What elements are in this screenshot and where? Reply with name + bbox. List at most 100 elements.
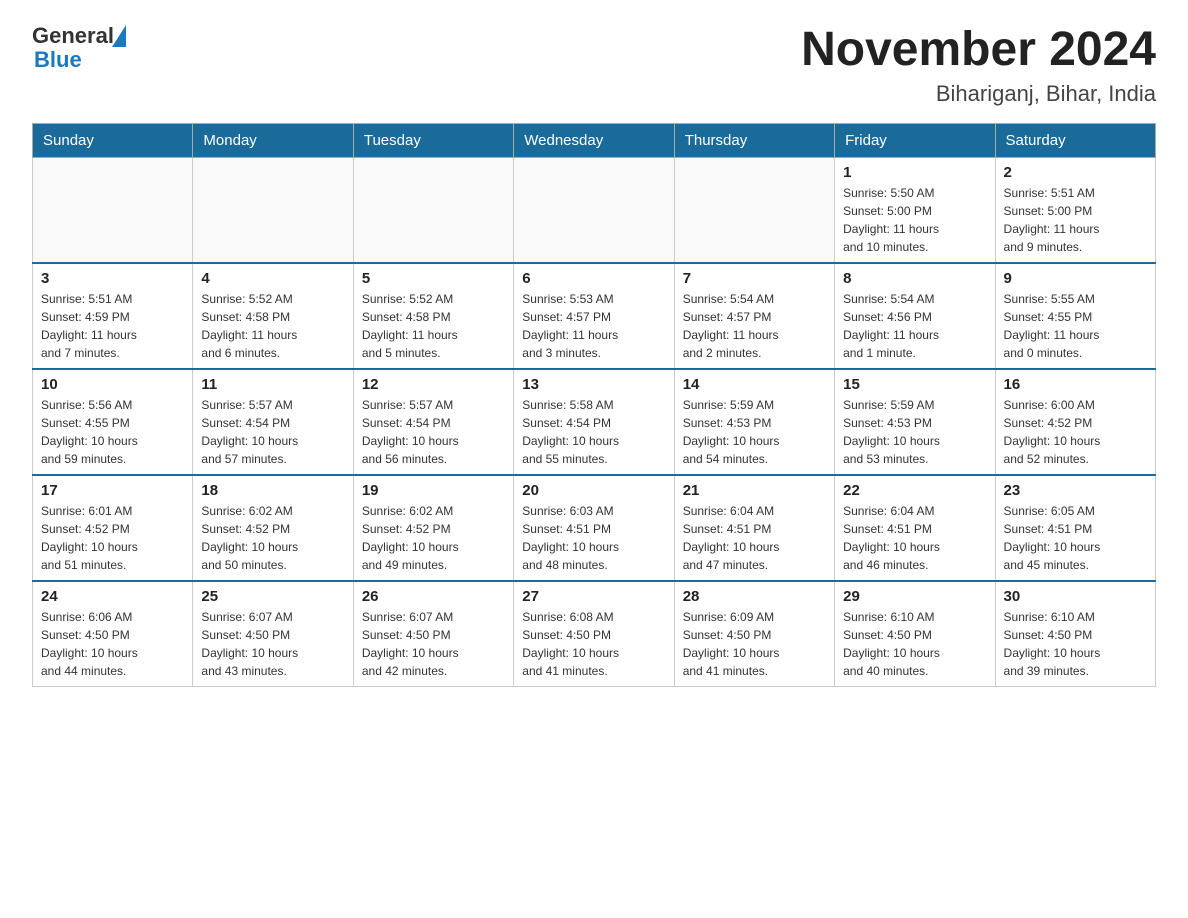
day-number: 16 bbox=[1004, 376, 1147, 393]
day-info: Sunrise: 6:10 AM Sunset: 4:50 PM Dayligh… bbox=[843, 608, 986, 680]
table-row: 17Sunrise: 6:01 AM Sunset: 4:52 PM Dayli… bbox=[33, 475, 193, 581]
day-number: 27 bbox=[522, 588, 665, 605]
day-info: Sunrise: 5:54 AM Sunset: 4:56 PM Dayligh… bbox=[843, 290, 986, 362]
day-info: Sunrise: 6:10 AM Sunset: 4:50 PM Dayligh… bbox=[1004, 608, 1147, 680]
logo-text-blue: Blue bbox=[34, 48, 126, 72]
day-info: Sunrise: 6:03 AM Sunset: 4:51 PM Dayligh… bbox=[522, 502, 665, 574]
day-number: 15 bbox=[843, 376, 986, 393]
day-info: Sunrise: 5:52 AM Sunset: 4:58 PM Dayligh… bbox=[201, 290, 344, 362]
page-header: General Blue November 2024 Bihariganj, B… bbox=[32, 24, 1156, 107]
table-row: 14 Sunrise: 5:59 AM Sunset: 4:53 PM Dayli… bbox=[674, 369, 834, 475]
table-row bbox=[33, 157, 193, 263]
logo-text-general: General bbox=[32, 24, 114, 48]
title-block: November 2024 Bihariganj, Bihar, India bbox=[801, 24, 1156, 107]
day-number: 19 bbox=[362, 482, 505, 499]
day-number: 4 bbox=[201, 270, 344, 287]
col-saturday: Saturday bbox=[995, 123, 1155, 157]
col-wednesday: Wednesday bbox=[514, 123, 674, 157]
day-number: 26 bbox=[362, 588, 505, 605]
day-info: Sunrise: 5:53 AM Sunset: 4:57 PM Dayligh… bbox=[522, 290, 665, 362]
day-number: 13 bbox=[522, 376, 665, 393]
day-number: 18 bbox=[201, 482, 344, 499]
table-row bbox=[193, 157, 353, 263]
day-number: 11 bbox=[201, 376, 344, 393]
day-number: 9 bbox=[1004, 270, 1147, 287]
day-info: Sunrise: 5:51 AM Sunset: 4:59 PM Dayligh… bbox=[41, 290, 184, 362]
day-number: 30 bbox=[1004, 588, 1147, 605]
day-number: 1 bbox=[843, 164, 986, 181]
table-row: 20 Sunrise: 6:03 AM Sunset: 4:51 PM Dayli… bbox=[514, 475, 674, 581]
day-info: Sunrise: 5:51 AM Sunset: 5:00 PM Dayligh… bbox=[1004, 184, 1147, 256]
calendar-week-row: 10Sunrise: 5:56 AM Sunset: 4:55 PM Dayli… bbox=[33, 369, 1156, 475]
day-number: 3 bbox=[41, 270, 184, 287]
day-number: 10 bbox=[41, 376, 184, 393]
logo-triangle-icon bbox=[112, 25, 126, 47]
day-info: Sunrise: 5:54 AM Sunset: 4:57 PM Dayligh… bbox=[683, 290, 826, 362]
day-number: 24 bbox=[41, 588, 184, 605]
day-info: Sunrise: 6:04 AM Sunset: 4:51 PM Dayligh… bbox=[843, 502, 986, 574]
table-row: 30 Sunrise: 6:10 AM Sunset: 4:50 PM Dayli… bbox=[995, 581, 1155, 687]
day-info: Sunrise: 5:59 AM Sunset: 4:53 PM Dayligh… bbox=[843, 396, 986, 468]
table-row: 21Sunrise: 6:04 AM Sunset: 4:51 PM Dayli… bbox=[674, 475, 834, 581]
table-row: 25Sunrise: 6:07 AM Sunset: 4:50 PM Dayli… bbox=[193, 581, 353, 687]
table-row: 3 Sunrise: 5:51 AM Sunset: 4:59 PM Daylig… bbox=[33, 263, 193, 369]
day-info: Sunrise: 6:01 AM Sunset: 4:52 PM Dayligh… bbox=[41, 502, 184, 574]
table-row: 13 Sunrise: 5:58 AM Sunset: 4:54 PM Dayli… bbox=[514, 369, 674, 475]
day-info: Sunrise: 5:57 AM Sunset: 4:54 PM Dayligh… bbox=[362, 396, 505, 468]
day-info: Sunrise: 5:58 AM Sunset: 4:54 PM Dayligh… bbox=[522, 396, 665, 468]
day-info: Sunrise: 5:50 AM Sunset: 5:00 PM Dayligh… bbox=[843, 184, 986, 256]
day-info: Sunrise: 6:00 AM Sunset: 4:52 PM Dayligh… bbox=[1004, 396, 1147, 468]
table-row: 6Sunrise: 5:53 AM Sunset: 4:57 PM Daylig… bbox=[514, 263, 674, 369]
day-info: Sunrise: 6:09 AM Sunset: 4:50 PM Dayligh… bbox=[683, 608, 826, 680]
day-info: Sunrise: 6:08 AM Sunset: 4:50 PM Dayligh… bbox=[522, 608, 665, 680]
table-row: 1 Sunrise: 5:50 AM Sunset: 5:00 PM Daylig… bbox=[835, 157, 995, 263]
col-sunday: Sunday bbox=[33, 123, 193, 157]
day-number: 29 bbox=[843, 588, 986, 605]
day-info: Sunrise: 6:07 AM Sunset: 4:50 PM Dayligh… bbox=[201, 608, 344, 680]
col-thursday: Thursday bbox=[674, 123, 834, 157]
day-number: 14 bbox=[683, 376, 826, 393]
table-row: 11 Sunrise: 5:57 AM Sunset: 4:54 PM Dayli… bbox=[193, 369, 353, 475]
table-row: 12 Sunrise: 5:57 AM Sunset: 4:54 PM Dayli… bbox=[353, 369, 513, 475]
table-row: 22 Sunrise: 6:04 AM Sunset: 4:51 PM Dayli… bbox=[835, 475, 995, 581]
day-number: 20 bbox=[522, 482, 665, 499]
table-row: 18 Sunrise: 6:02 AM Sunset: 4:52 PM Dayli… bbox=[193, 475, 353, 581]
table-row bbox=[353, 157, 513, 263]
calendar-week-row: 17Sunrise: 6:01 AM Sunset: 4:52 PM Dayli… bbox=[33, 475, 1156, 581]
table-row: 29 Sunrise: 6:10 AM Sunset: 4:50 PM Dayli… bbox=[835, 581, 995, 687]
day-number: 12 bbox=[362, 376, 505, 393]
day-info: Sunrise: 5:52 AM Sunset: 4:58 PM Dayligh… bbox=[362, 290, 505, 362]
day-number: 2 bbox=[1004, 164, 1147, 181]
table-row: 2 Sunrise: 5:51 AM Sunset: 5:00 PM Daylig… bbox=[995, 157, 1155, 263]
day-info: Sunrise: 5:59 AM Sunset: 4:53 PM Dayligh… bbox=[683, 396, 826, 468]
col-friday: Friday bbox=[835, 123, 995, 157]
calendar-table: Sunday Monday Tuesday Wednesday Thursday… bbox=[32, 123, 1156, 687]
day-number: 28 bbox=[683, 588, 826, 605]
day-number: 8 bbox=[843, 270, 986, 287]
table-row bbox=[674, 157, 834, 263]
day-number: 5 bbox=[362, 270, 505, 287]
day-info: Sunrise: 5:57 AM Sunset: 4:54 PM Dayligh… bbox=[201, 396, 344, 468]
calendar-subtitle: Bihariganj, Bihar, India bbox=[801, 81, 1156, 107]
table-row: 10Sunrise: 5:56 AM Sunset: 4:55 PM Dayli… bbox=[33, 369, 193, 475]
calendar-week-row: 1 Sunrise: 5:50 AM Sunset: 5:00 PM Daylig… bbox=[33, 157, 1156, 263]
table-row: 8 Sunrise: 5:54 AM Sunset: 4:56 PM Daylig… bbox=[835, 263, 995, 369]
table-row: 9Sunrise: 5:55 AM Sunset: 4:55 PM Daylig… bbox=[995, 263, 1155, 369]
table-row: 5 Sunrise: 5:52 AM Sunset: 4:58 PM Daylig… bbox=[353, 263, 513, 369]
table-row bbox=[514, 157, 674, 263]
day-number: 22 bbox=[843, 482, 986, 499]
day-number: 23 bbox=[1004, 482, 1147, 499]
day-info: Sunrise: 6:02 AM Sunset: 4:52 PM Dayligh… bbox=[201, 502, 344, 574]
day-info: Sunrise: 6:07 AM Sunset: 4:50 PM Dayligh… bbox=[362, 608, 505, 680]
calendar-week-row: 3 Sunrise: 5:51 AM Sunset: 4:59 PM Daylig… bbox=[33, 263, 1156, 369]
day-info: Sunrise: 6:04 AM Sunset: 4:51 PM Dayligh… bbox=[683, 502, 826, 574]
day-info: Sunrise: 6:02 AM Sunset: 4:52 PM Dayligh… bbox=[362, 502, 505, 574]
calendar-header-row: Sunday Monday Tuesday Wednesday Thursday… bbox=[33, 123, 1156, 157]
day-info: Sunrise: 6:06 AM Sunset: 4:50 PM Dayligh… bbox=[41, 608, 184, 680]
table-row: 16 Sunrise: 6:00 AM Sunset: 4:52 PM Dayli… bbox=[995, 369, 1155, 475]
calendar-title: November 2024 bbox=[801, 24, 1156, 77]
table-row: 15 Sunrise: 5:59 AM Sunset: 4:53 PM Dayli… bbox=[835, 369, 995, 475]
table-row: 24 Sunrise: 6:06 AM Sunset: 4:50 PM Dayli… bbox=[33, 581, 193, 687]
logo: General Blue bbox=[32, 24, 126, 72]
table-row: 27 Sunrise: 6:08 AM Sunset: 4:50 PM Dayli… bbox=[514, 581, 674, 687]
